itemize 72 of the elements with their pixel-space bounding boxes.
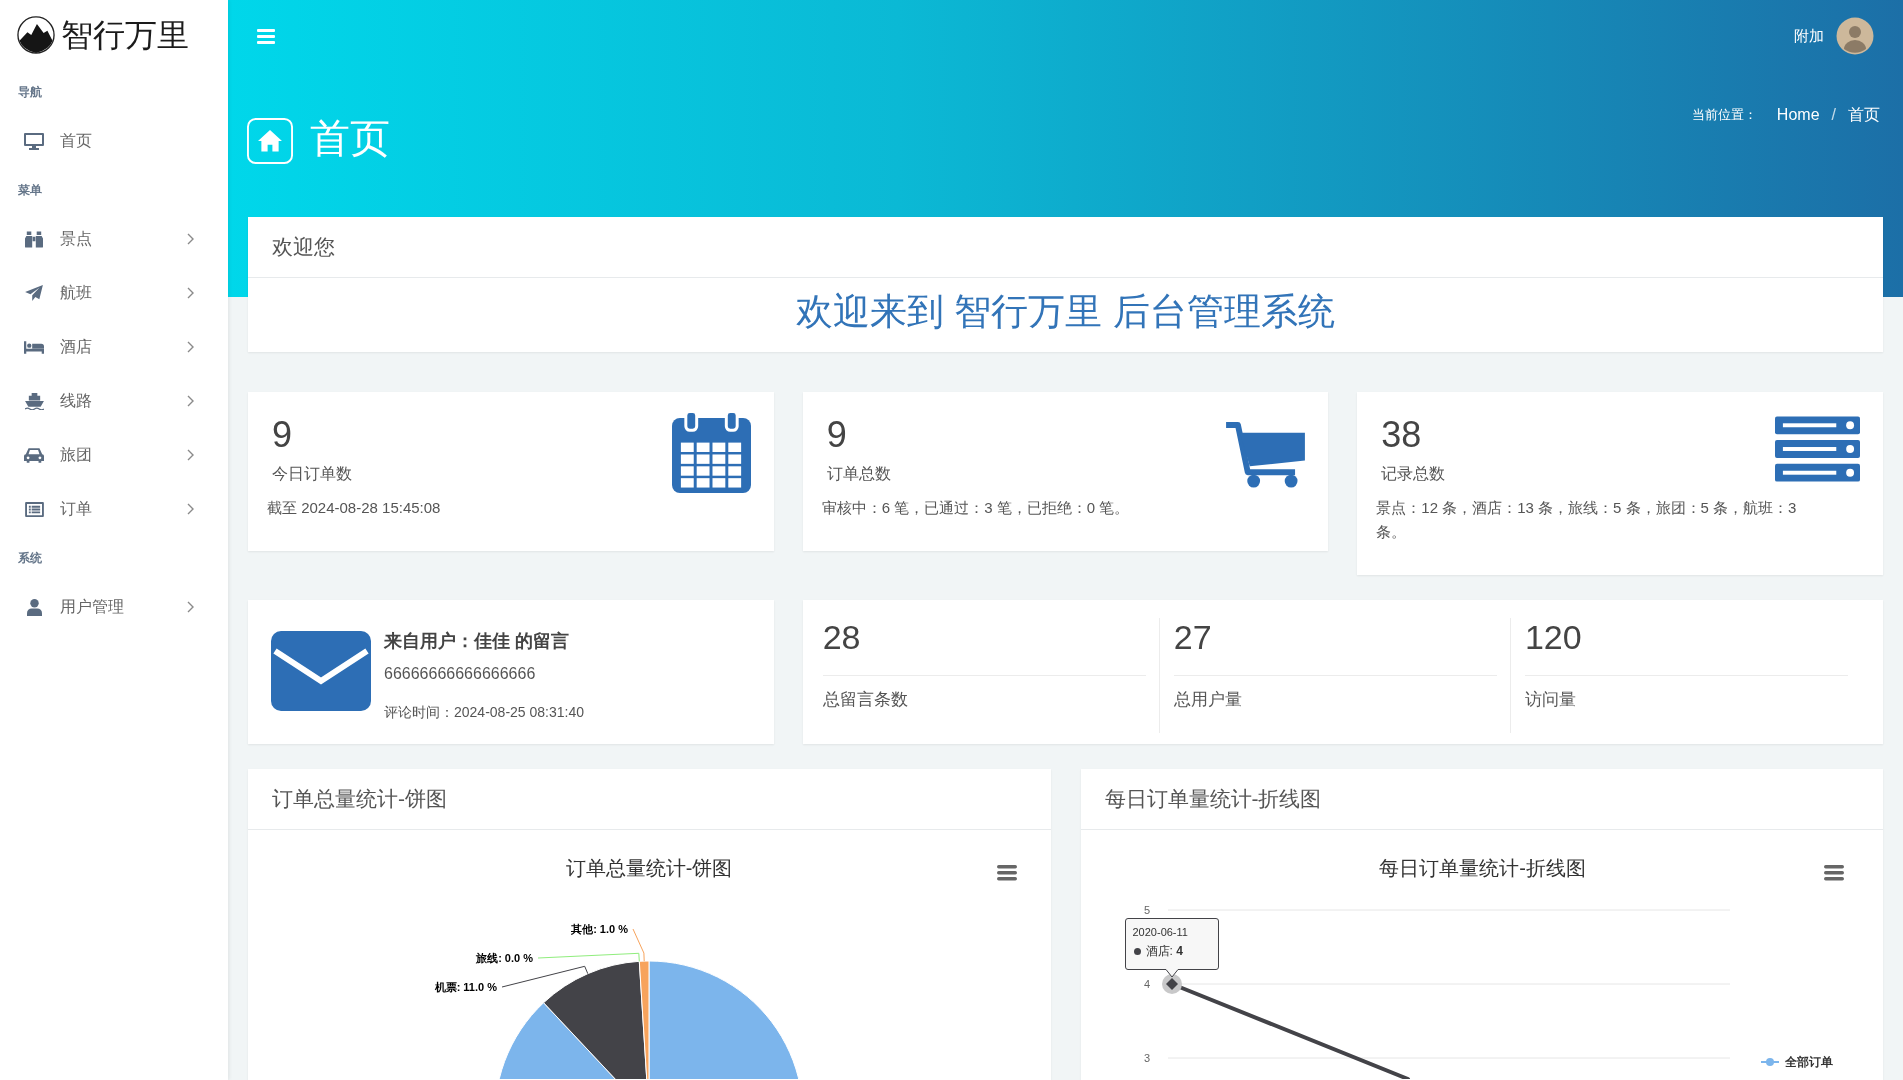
stat-detail: 景点：12 条，酒店：13 条，旅线：5 条，旅团：5 条，航班：3 条。 xyxy=(1376,498,1798,542)
total-value: 27 xyxy=(1173,618,1213,656)
stat-label: 今日订单数 xyxy=(272,464,352,484)
home-icon xyxy=(247,118,293,164)
sidebar-item[interactable]: 订单 xyxy=(0,482,228,536)
data-point-marker[interactable] xyxy=(1161,974,1182,994)
stat-detail: 审核中：6 笔，已通过：3 笔，已拒绝：0 笔。 xyxy=(821,498,1131,518)
section-label: 导航 xyxy=(18,84,42,100)
envelope-icon xyxy=(271,631,371,711)
data-label: 旅线: 0.0 % xyxy=(476,952,533,964)
list-icon xyxy=(24,501,44,517)
binoculars-icon xyxy=(25,230,43,248)
stat-value: 9 xyxy=(272,414,294,456)
welcome-message: 欢迎来到 智行万里 后台管理系统 xyxy=(796,290,1335,334)
cart-icon xyxy=(1226,421,1306,488)
total-value: 28 xyxy=(822,618,862,656)
tooltip-date: 2020-06-11 xyxy=(1132,925,1188,939)
logo-icon xyxy=(17,16,55,54)
section-label: 菜单 xyxy=(18,182,42,198)
chart-title: 每日订单量统计-折线图 xyxy=(1378,857,1586,879)
total-label: 访问量 xyxy=(1524,689,1577,711)
monitor-icon xyxy=(24,132,44,150)
sidebar-item[interactable]: 用户管理 xyxy=(0,580,228,634)
brand-name: 智行万里 xyxy=(61,16,189,55)
sidebar-item[interactable]: 旅团 xyxy=(0,428,228,482)
chart-title: 订单总量统计-饼图 xyxy=(565,857,733,879)
car-icon xyxy=(24,447,44,463)
ship-icon xyxy=(24,392,44,410)
legend-marker-icon[interactable] xyxy=(1760,1058,1779,1066)
paper-plane-icon xyxy=(25,285,43,301)
total-value: 120 xyxy=(1524,618,1583,656)
sidebar-item[interactable]: 酒店 xyxy=(0,320,228,374)
tooltip-value: 酒店: 4 xyxy=(1145,943,1183,959)
data-label: 机票: 11.0 % xyxy=(434,981,497,993)
data-label: 其他: 1.0 % xyxy=(571,923,628,935)
panel-title: 每日订单量统计-折线图 xyxy=(1104,786,1322,812)
breadcrumb-current: 首页 xyxy=(1848,104,1880,125)
message-title: 来自用户：佳佳 的留言 xyxy=(384,630,570,653)
sidebar-item[interactable]: 线路 xyxy=(0,374,228,428)
legend-label[interactable]: 全部订单 xyxy=(1784,1055,1833,1069)
sidebar-item[interactable]: 首页 xyxy=(0,114,228,168)
avatar-icon[interactable] xyxy=(1836,17,1874,55)
menu-icon[interactable] xyxy=(997,865,1017,881)
pie-slice[interactable] xyxy=(638,960,650,1079)
card-title: 欢迎您 xyxy=(272,234,335,260)
user-name[interactable]: 附加 xyxy=(1794,26,1824,46)
total-label: 总留言条数 xyxy=(822,689,909,711)
panel-title: 订单总量统计-饼图 xyxy=(272,786,447,812)
breadcrumb-label: 当前位置： xyxy=(1691,106,1757,124)
message-time: 评论时间：2024-08-25 08:31:40 xyxy=(384,703,584,722)
stat-value: 9 xyxy=(826,414,848,456)
stat-label: 订单总数 xyxy=(826,464,891,484)
tick-label: 4 xyxy=(1143,978,1150,990)
user-icon xyxy=(26,598,42,616)
stat-value: 38 xyxy=(1381,414,1423,456)
total-label: 总用户量 xyxy=(1173,689,1243,711)
page-title: 首页 xyxy=(310,115,390,161)
breadcrumb-link[interactable]: Home xyxy=(1776,106,1820,124)
series-dot-icon xyxy=(1133,947,1141,955)
message-body: 66666666666666666 xyxy=(384,664,537,684)
stat-detail: 截至 2024-08-28 15:45:08 xyxy=(267,498,442,518)
bed-icon xyxy=(24,340,44,354)
tick-label: 3 xyxy=(1143,1052,1150,1064)
server-icon xyxy=(1775,416,1860,482)
sidebar-item[interactable]: 航班 xyxy=(0,266,228,320)
menu-icon[interactable] xyxy=(1823,865,1844,881)
sidebar-item[interactable]: 景点 xyxy=(0,212,228,266)
section-label: 系统 xyxy=(18,550,42,566)
tick-label: 5 xyxy=(1143,904,1150,916)
stat-label: 记录总数 xyxy=(1381,464,1446,484)
breadcrumb-separator: / xyxy=(1831,106,1836,124)
calendar-icon xyxy=(671,410,751,493)
